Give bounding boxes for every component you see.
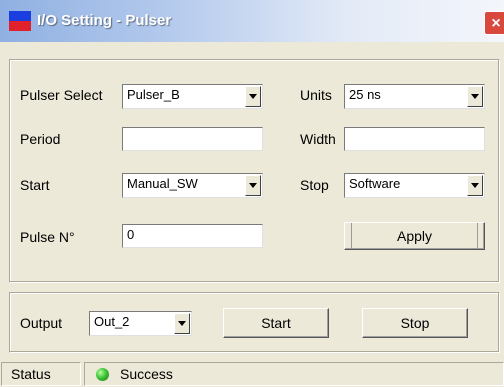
- chevron-down-icon[interactable]: [467, 175, 483, 196]
- stop-mode-label: Stop: [300, 177, 329, 193]
- chevron-down-icon[interactable]: [245, 86, 261, 107]
- start-button[interactable]: Start: [223, 308, 329, 338]
- apply-button-label: Apply: [396, 228, 433, 244]
- start-mode-dropdown[interactable]: Manual_SW: [122, 173, 263, 198]
- units-dropdown[interactable]: 25 ns: [344, 84, 485, 109]
- output-label: Output: [20, 315, 63, 331]
- pulser-select-dropdown[interactable]: Pulser_B: [122, 84, 263, 109]
- output-dropdown[interactable]: Out_2: [89, 311, 192, 336]
- start-mode-value: Manual_SW: [127, 176, 198, 191]
- width-input[interactable]: [344, 127, 485, 151]
- status-label-cell: Status: [1, 362, 81, 386]
- units-label: Units: [300, 87, 332, 103]
- period-input[interactable]: [122, 127, 263, 151]
- output-value: Out_2: [94, 314, 130, 329]
- period-label: Period: [20, 131, 61, 147]
- units-value: 25 ns: [349, 87, 381, 102]
- pulse-n-label: Pulse N°: [20, 229, 75, 245]
- window-title: I/O Setting - Pulser: [37, 12, 172, 29]
- title-bar: I/O Setting - Pulser ×: [0, 0, 504, 42]
- apply-button[interactable]: Apply: [344, 222, 485, 250]
- width-label: Width: [300, 131, 336, 147]
- chevron-down-icon[interactable]: [245, 175, 261, 196]
- start-mode-label: Start: [20, 177, 50, 193]
- status-label: Status: [11, 366, 51, 382]
- pulse-n-input[interactable]: 0: [122, 224, 263, 248]
- close-button[interactable]: ×: [484, 11, 504, 35]
- stop-mode-value: Software: [349, 176, 401, 191]
- status-bar: Status Success: [0, 360, 504, 387]
- status-message-cell: Success: [84, 362, 504, 386]
- pulser-select-label: Pulser Select: [20, 87, 103, 103]
- status-led-icon: [96, 368, 109, 381]
- pulser-select-value: Pulser_B: [127, 87, 180, 102]
- app-icon: [9, 11, 31, 31]
- status-text: Success: [120, 366, 173, 382]
- stop-mode-dropdown[interactable]: Software: [344, 173, 485, 198]
- chevron-down-icon[interactable]: [174, 313, 190, 334]
- chevron-down-icon[interactable]: [467, 86, 483, 107]
- stop-button[interactable]: Stop: [362, 308, 468, 338]
